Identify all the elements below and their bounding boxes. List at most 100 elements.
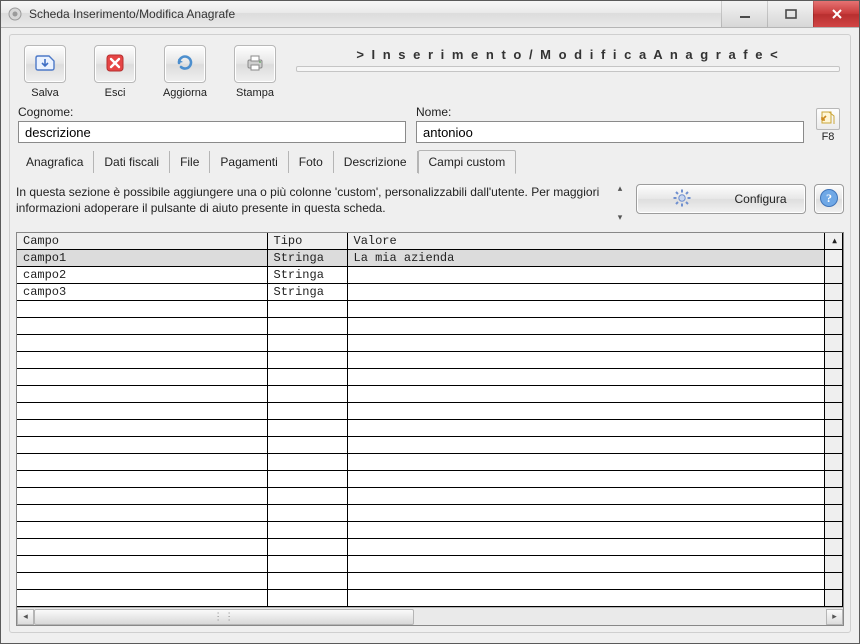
- toolbar-item-stampa: Stampa: [228, 45, 282, 99]
- table-row-empty[interactable]: [17, 420, 843, 437]
- table-row-empty[interactable]: [17, 573, 843, 590]
- exit-button[interactable]: [94, 45, 136, 83]
- cell-valore[interactable]: [347, 284, 825, 301]
- section-row: In questa sezione è possibile aggiungere…: [16, 184, 844, 222]
- toolbar-item-esci: Esci: [88, 45, 142, 99]
- window-title: Scheda Inserimento/Modifica Anagrafe: [29, 1, 721, 27]
- table-row-empty[interactable]: [17, 301, 843, 318]
- table-row[interactable]: campo1StringaLa mia azienda: [17, 250, 843, 267]
- content-panel: Salva Esci Aggio: [9, 34, 851, 633]
- tab-file[interactable]: File: [170, 151, 210, 173]
- toolbar-item-aggiorna: Aggiorna: [158, 45, 212, 99]
- print-button[interactable]: [234, 45, 276, 83]
- table-row-empty[interactable]: [17, 488, 843, 505]
- col-valore-header[interactable]: Valore: [347, 233, 825, 250]
- section-help-text: In questa sezione è possibile aggiungere…: [16, 184, 604, 216]
- table-row-empty[interactable]: [17, 522, 843, 539]
- toolbar-label: Esci: [105, 87, 126, 99]
- table-row-empty[interactable]: [17, 539, 843, 556]
- cognome-label: Cognome:: [18, 105, 406, 119]
- scroll-track[interactable]: ⋮⋮: [34, 609, 826, 625]
- cell-valore[interactable]: La mia azienda: [347, 250, 825, 267]
- table-row-empty[interactable]: [17, 437, 843, 454]
- scroll-right-arrow[interactable]: ▸: [826, 609, 843, 625]
- tab-pagamenti[interactable]: Pagamenti: [210, 151, 288, 173]
- toolbar: Salva Esci Aggio: [16, 41, 284, 101]
- table-row-empty[interactable]: [17, 352, 843, 369]
- cell-campo[interactable]: campo1: [17, 250, 267, 267]
- svg-text:?: ?: [826, 191, 832, 205]
- header-block: > I n s e r i m e n t o / M o d i f i c …: [292, 47, 844, 72]
- cell-valore[interactable]: [347, 267, 825, 284]
- table-row-empty[interactable]: [17, 590, 843, 607]
- tab-campi-custom[interactable]: Campi custom: [418, 150, 517, 174]
- save-button[interactable]: [24, 45, 66, 83]
- f8-button[interactable]: [816, 108, 840, 130]
- toolbar-item-salva: Salva: [18, 45, 72, 99]
- tab-foto[interactable]: Foto: [289, 151, 334, 173]
- page-title: > I n s e r i m e n t o / M o d i f i c …: [292, 47, 844, 62]
- cell-tipo[interactable]: Stringa: [267, 284, 347, 301]
- tab-dati-fiscali[interactable]: Dati fiscali: [94, 151, 170, 173]
- scroll-gutter-cell: [825, 284, 843, 301]
- table-row[interactable]: campo3Stringa: [17, 284, 843, 301]
- close-icon: [103, 52, 127, 77]
- scroll-up-stub[interactable]: ▴: [825, 233, 843, 250]
- f8-label: F8: [822, 131, 835, 143]
- table-row-empty[interactable]: [17, 369, 843, 386]
- horizontal-scrollbar[interactable]: ◂ ⋮⋮ ▸: [17, 607, 843, 625]
- nome-field-group: Nome:: [416, 105, 804, 143]
- maximize-button[interactable]: [767, 1, 813, 27]
- scroll-thumb[interactable]: ⋮⋮: [34, 609, 414, 625]
- table-row-empty[interactable]: [17, 335, 843, 352]
- scroll-gutter-cell: [825, 267, 843, 284]
- table-row-empty[interactable]: [17, 454, 843, 471]
- nome-input[interactable]: [416, 121, 804, 143]
- vertical-spinner[interactable]: ▴ ▾: [612, 184, 628, 222]
- help-button[interactable]: ?: [814, 184, 844, 214]
- cell-tipo[interactable]: Stringa: [267, 267, 347, 284]
- toolbar-label: Salva: [31, 87, 59, 99]
- refresh-button[interactable]: [164, 45, 206, 83]
- toolbar-label: Stampa: [236, 87, 274, 99]
- col-tipo-header[interactable]: Tipo: [267, 233, 347, 250]
- lookup-icon: [820, 110, 836, 129]
- cell-tipo[interactable]: Stringa: [267, 250, 347, 267]
- tab-anagrafica[interactable]: Anagrafica: [16, 151, 94, 173]
- cell-campo[interactable]: campo2: [17, 267, 267, 284]
- table-row-empty[interactable]: [17, 471, 843, 488]
- toolbar-label: Aggiorna: [163, 87, 207, 99]
- form-row: Cognome: Nome: F8: [16, 101, 844, 145]
- minimize-button[interactable]: [721, 1, 767, 27]
- refresh-icon: [173, 52, 197, 77]
- cognome-input[interactable]: [18, 121, 406, 143]
- chevron-up-icon: ▴: [618, 184, 623, 193]
- custom-fields-table[interactable]: Campo Tipo Valore ▴ campo1StringaLa mia …: [17, 233, 843, 607]
- close-button[interactable]: [813, 1, 859, 27]
- nome-label: Nome:: [416, 105, 804, 119]
- grid-viewport: Campo Tipo Valore ▴ campo1StringaLa mia …: [17, 233, 843, 607]
- table-row-empty[interactable]: [17, 556, 843, 573]
- cell-campo[interactable]: campo3: [17, 284, 267, 301]
- table-row-empty[interactable]: [17, 505, 843, 522]
- configure-label: Configura: [726, 192, 795, 206]
- print-icon: [243, 52, 267, 77]
- grid-wrapper: Campo Tipo Valore ▴ campo1StringaLa mia …: [16, 232, 844, 626]
- configure-button[interactable]: Configura: [636, 184, 806, 214]
- table-row-empty[interactable]: [17, 386, 843, 403]
- window-frame: Scheda Inserimento/Modifica Anagrafe: [0, 0, 860, 644]
- table-header-row: Campo Tipo Valore ▴: [17, 233, 843, 250]
- table-row[interactable]: campo2Stringa: [17, 267, 843, 284]
- table-row-empty[interactable]: [17, 403, 843, 420]
- client-area: Salva Esci Aggio: [1, 28, 859, 643]
- save-icon: [33, 52, 57, 77]
- col-campo-header[interactable]: Campo: [17, 233, 267, 250]
- tab-strip: AnagraficaDati fiscaliFilePagamentiFotoD…: [16, 145, 844, 174]
- table-row-empty[interactable]: [17, 318, 843, 335]
- scroll-gutter-cell: [825, 250, 843, 267]
- app-icon: [1, 1, 29, 27]
- scroll-left-arrow[interactable]: ◂: [17, 609, 34, 625]
- tab-descrizione[interactable]: Descrizione: [334, 151, 418, 173]
- f8-group: F8: [814, 108, 842, 143]
- gear-icon: [647, 188, 716, 211]
